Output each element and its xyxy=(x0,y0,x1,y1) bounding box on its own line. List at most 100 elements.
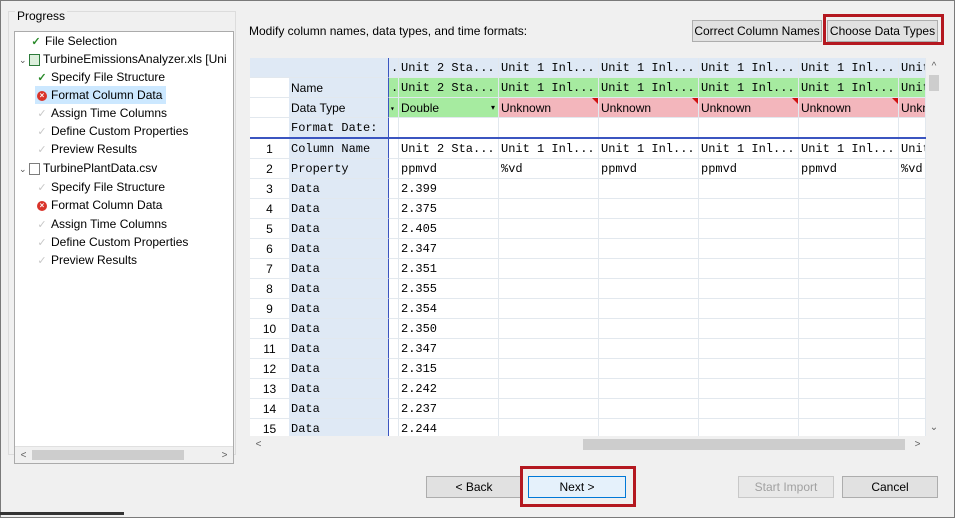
table-cell[interactable]: 2.351 xyxy=(399,259,499,279)
dropdown-arrow-icon[interactable]: ▾ xyxy=(491,98,495,117)
table-cell[interactable] xyxy=(799,399,899,419)
name-cell[interactable]: Unit 1 Inl... xyxy=(699,78,799,98)
name-cell[interactable]: Unit 1 Inl... xyxy=(599,78,699,98)
table-cell[interactable] xyxy=(599,279,699,299)
table-cell[interactable] xyxy=(699,219,799,239)
table-cell[interactable]: 2.315 xyxy=(399,359,499,379)
format-date-cell[interactable] xyxy=(499,118,599,138)
table-cell[interactable]: ppmvd xyxy=(799,159,899,179)
table-cell[interactable]: ppmvd xyxy=(699,159,799,179)
table-cell[interactable] xyxy=(799,359,899,379)
grid-horizontal-scrollbar[interactable]: < > xyxy=(250,436,926,453)
table-cell[interactable]: 2.405 xyxy=(399,219,499,239)
table-cell[interactable] xyxy=(499,239,599,259)
scrollbar-thumb[interactable] xyxy=(32,450,184,460)
name-cell[interactable]: Unit 1 Inl... xyxy=(499,78,599,98)
cancel-button[interactable]: Cancel xyxy=(842,476,938,498)
column-header[interactable]: Unit 1 Inl... xyxy=(499,58,599,78)
table-cell[interactable] xyxy=(799,219,899,239)
name-cell[interactable]: Unit 2 Sta... xyxy=(399,78,499,98)
table-cell[interactable] xyxy=(799,179,899,199)
step-file-selection[interactable]: ✓ File Selection xyxy=(19,32,117,50)
table-cell[interactable]: ppmvd xyxy=(599,159,699,179)
table-cell[interactable] xyxy=(899,279,926,299)
format-date-cell[interactable] xyxy=(399,118,499,138)
table-cell[interactable] xyxy=(499,319,599,339)
name-cell[interactable]: Unit xyxy=(899,78,926,98)
table-cell[interactable] xyxy=(499,259,599,279)
step-specify-file-structure-1[interactable]: ✓ Specify File Structure xyxy=(35,68,165,86)
table-cell[interactable]: %vd xyxy=(899,159,926,179)
data-type-cell[interactable]: Unknown xyxy=(699,98,799,118)
table-cell[interactable] xyxy=(899,379,926,399)
step-preview-results-1[interactable]: ✓ Preview Results xyxy=(35,140,137,158)
column-header[interactable]: Unit 1 Inl... xyxy=(799,58,899,78)
table-cell[interactable] xyxy=(899,339,926,359)
step-specify-file-structure-2[interactable]: ✓ Specify File Structure xyxy=(35,178,165,196)
table-cell[interactable] xyxy=(499,299,599,319)
table-cell[interactable] xyxy=(899,239,926,259)
back-button[interactable]: < Back xyxy=(426,476,522,498)
table-cell[interactable]: 2.350 xyxy=(399,319,499,339)
file-node-turbine-plant-data[interactable]: ⌄ TurbinePlantData.csv xyxy=(19,159,157,177)
format-date-cell[interactable] xyxy=(899,118,926,138)
start-import-button[interactable]: Start Import xyxy=(738,476,834,498)
table-cell[interactable]: Unit 1 Inl... xyxy=(699,139,799,159)
table-cell[interactable] xyxy=(899,359,926,379)
table-cell[interactable]: 2.355 xyxy=(399,279,499,299)
step-define-custom-properties-2[interactable]: ✓ Define Custom Properties xyxy=(35,233,188,251)
table-cell[interactable]: %vd xyxy=(499,159,599,179)
format-date-cell[interactable] xyxy=(599,118,699,138)
table-cell[interactable] xyxy=(699,279,799,299)
dropdown-arrow-icon[interactable]: ▾ xyxy=(389,98,399,118)
table-cell[interactable] xyxy=(699,359,799,379)
table-cell[interactable]: 2.347 xyxy=(399,339,499,359)
column-header[interactable]: Unit 1 Inl... xyxy=(599,58,699,78)
table-cell[interactable] xyxy=(499,179,599,199)
table-cell[interactable] xyxy=(699,259,799,279)
step-assign-time-columns-1[interactable]: ✓ Assign Time Columns xyxy=(35,104,167,122)
table-cell[interactable]: 2.375 xyxy=(399,199,499,219)
table-cell[interactable] xyxy=(699,399,799,419)
chevron-down-icon[interactable]: ⌄ xyxy=(19,160,29,178)
step-format-column-data-2[interactable]: × Format Column Data xyxy=(35,196,162,214)
table-cell[interactable] xyxy=(599,339,699,359)
table-cell[interactable] xyxy=(699,319,799,339)
table-cell[interactable] xyxy=(799,239,899,259)
table-cell[interactable] xyxy=(599,319,699,339)
table-cell[interactable] xyxy=(699,379,799,399)
table-cell[interactable] xyxy=(599,199,699,219)
scrollbar-thumb[interactable] xyxy=(583,439,905,450)
scroll-right-icon[interactable]: > xyxy=(216,447,233,463)
correct-column-names-button[interactable]: Correct Column Names xyxy=(692,20,822,42)
table-cell[interactable]: ppmvd xyxy=(399,159,499,179)
table-cell[interactable] xyxy=(499,399,599,419)
data-type-cell[interactable]: Unknown xyxy=(499,98,599,118)
table-cell[interactable] xyxy=(499,339,599,359)
progress-tree[interactable]: ✓ File Selection ⌄ TurbineEmissionsAnalyze… xyxy=(14,31,234,464)
table-cell[interactable] xyxy=(599,259,699,279)
format-date-cell[interactable] xyxy=(699,118,799,138)
table-cell[interactable] xyxy=(899,259,926,279)
table-cell[interactable] xyxy=(699,299,799,319)
table-cell[interactable] xyxy=(799,319,899,339)
table-cell[interactable] xyxy=(599,239,699,259)
data-type-select[interactable]: Double ▾ xyxy=(399,98,499,118)
table-cell[interactable] xyxy=(599,299,699,319)
table-cell[interactable] xyxy=(699,339,799,359)
table-cell[interactable] xyxy=(899,299,926,319)
table-cell[interactable] xyxy=(799,279,899,299)
table-cell[interactable]: Unit 2 Sta... xyxy=(399,139,499,159)
data-type-cell[interactable]: Unkn xyxy=(899,98,926,118)
data-type-cell[interactable]: Unknown xyxy=(599,98,699,118)
column-header[interactable]: Unit xyxy=(899,58,926,78)
step-preview-results-2[interactable]: ✓ Preview Results xyxy=(35,251,137,269)
table-cell[interactable] xyxy=(499,359,599,379)
scrollbar-thumb[interactable] xyxy=(929,75,939,91)
table-cell[interactable] xyxy=(599,179,699,199)
table-cell[interactable]: 2.242 xyxy=(399,379,499,399)
table-cell[interactable] xyxy=(899,319,926,339)
scroll-down-icon[interactable]: ⌄ xyxy=(926,419,942,436)
table-cell[interactable] xyxy=(599,399,699,419)
table-cell[interactable] xyxy=(899,199,926,219)
